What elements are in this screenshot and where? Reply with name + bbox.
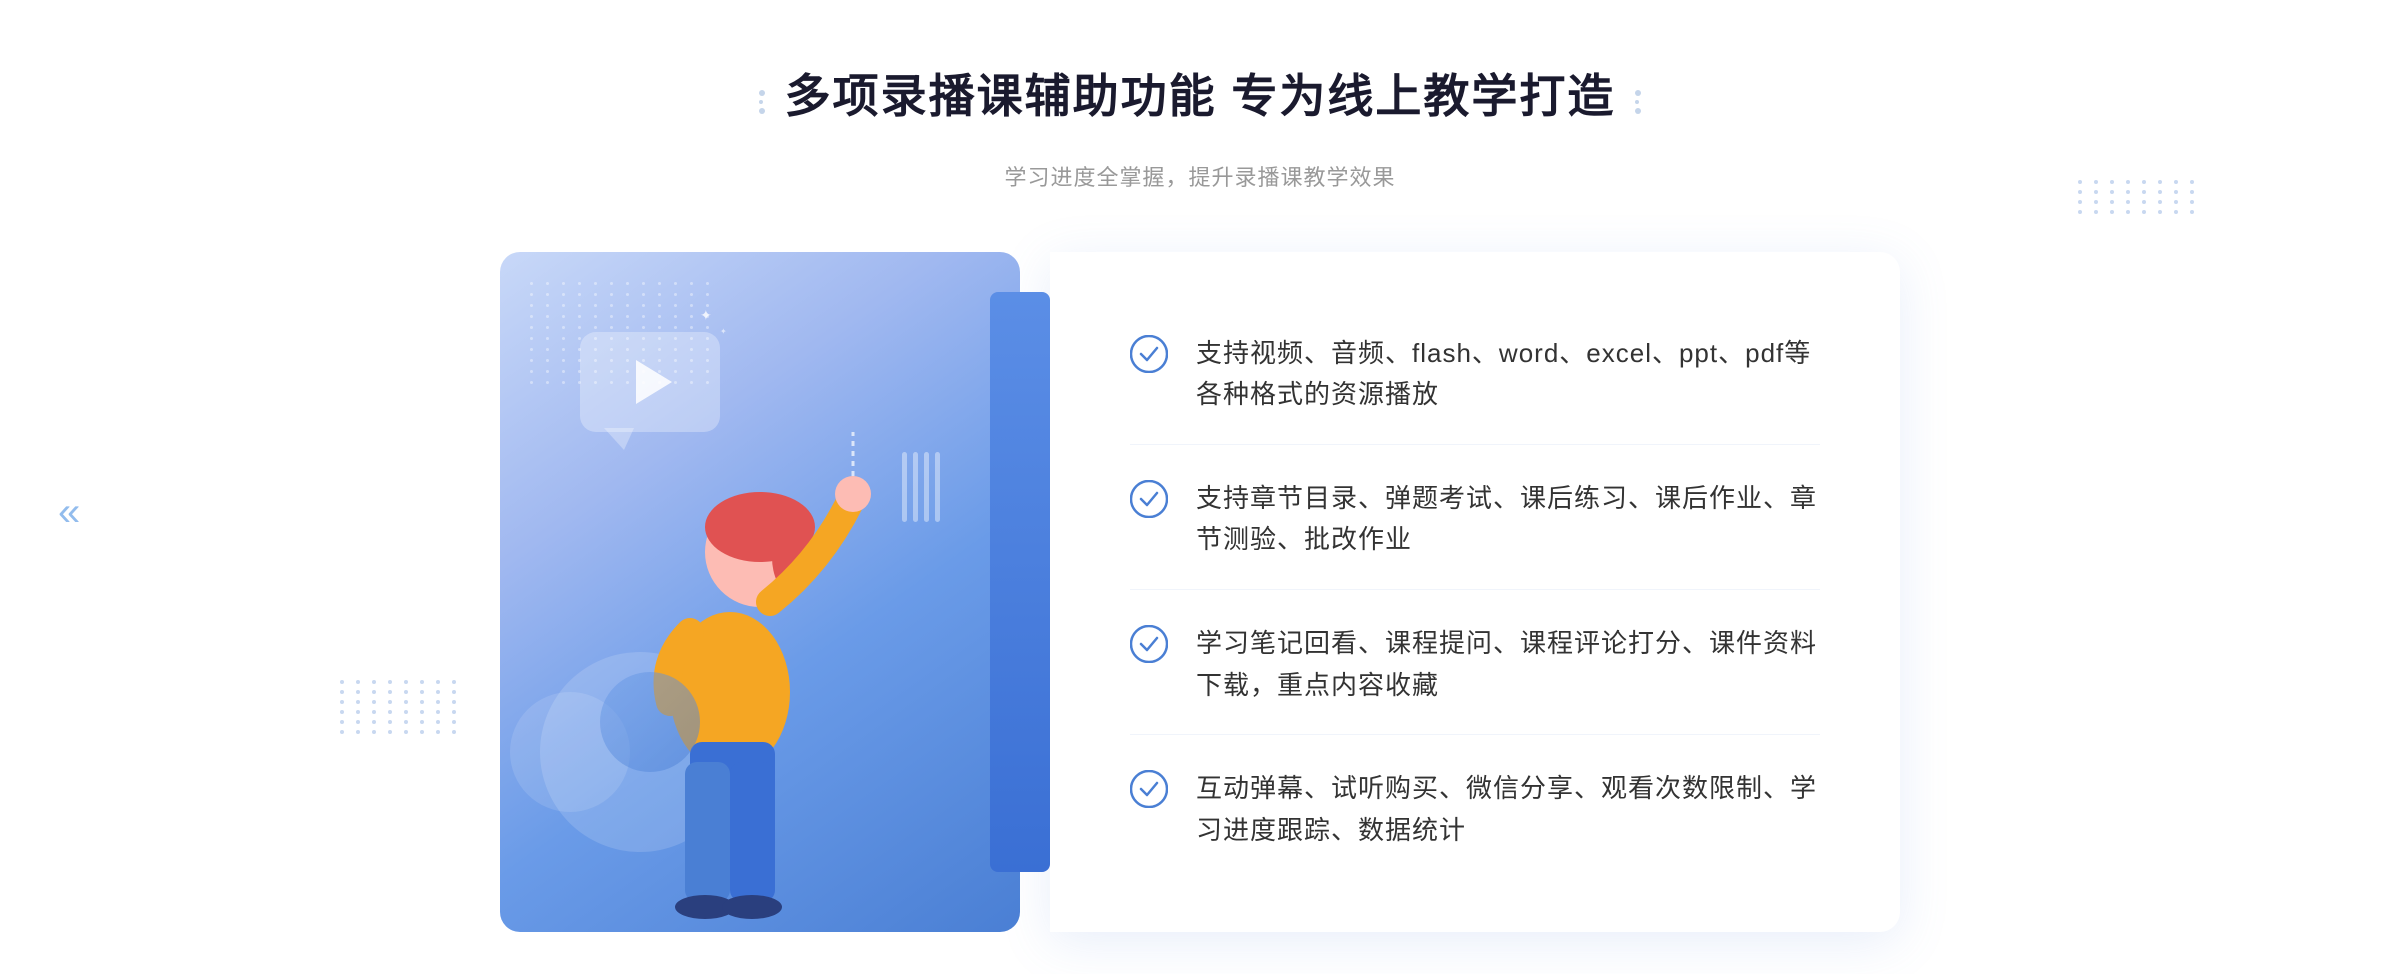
feature-text-1: 支持视频、音频、flash、word、excel、ppt、pdf等各种格式的资源… [1196, 333, 1820, 416]
blue-sidebar-accent [990, 292, 1050, 872]
header-deco-right [1635, 90, 1641, 114]
features-panel: 支持视频、音频、flash、word、excel、ppt、pdf等各种格式的资源… [1050, 252, 1900, 932]
dot-pattern-right [2078, 180, 2200, 214]
header-deco-left [759, 90, 765, 114]
feature-item-3: 学习笔记回看、课程提问、课程评论打分、课件资料下载，重点内容收藏 [1130, 595, 1820, 735]
feature-item-1: 支持视频、音频、flash、word、excel、ppt、pdf等各种格式的资源… [1130, 305, 1820, 445]
check-icon-2 [1130, 480, 1168, 518]
feature-item-2: 支持章节目录、弹题考试、课后练习、课后作业、章节测验、批改作业 [1130, 450, 1820, 590]
check-icon-3 [1130, 625, 1168, 663]
check-icon-1 [1130, 335, 1168, 373]
header-area: 多项录播课辅助功能 专为线上教学打造 [759, 60, 1642, 144]
person-illustration [560, 342, 900, 942]
feature-text-2: 支持章节目录、弹题考试、课后练习、课后作业、章节测验、批改作业 [1196, 478, 1820, 561]
dot-pattern-left [340, 680, 462, 734]
page-subtitle: 学习进度全掌握，提升录播课教学效果 [1004, 160, 1395, 192]
feature-text-3: 学习笔记回看、课程提问、课程评论打分、课件资料下载，重点内容收藏 [1196, 623, 1820, 706]
feature-text-4: 互动弹幕、试听购买、微信分享、观看次数限制、学习进度跟踪、数据统计 [1196, 768, 1820, 851]
deco-blue-circle [600, 672, 700, 772]
page-title: 多项录播课辅助功能 专为线上教学打造 [785, 60, 1616, 126]
feature-item-4: 互动弹幕、试听购买、微信分享、观看次数限制、学习进度跟踪、数据统计 [1130, 740, 1820, 879]
illustration-panel: for(let i=0;i<120;i++) document.write('<… [500, 252, 1020, 932]
decorative-chevron-left: « [58, 490, 80, 535]
main-content: for(let i=0;i<120;i++) document.write('<… [500, 252, 1900, 932]
page-wrapper: « 多项录播课辅助功能 专为线上教学打造 学习进度全掌握，提升录播课教学效果 f… [0, 0, 2400, 974]
vertical-stripes [902, 452, 940, 522]
check-icon-4 [1130, 770, 1168, 808]
